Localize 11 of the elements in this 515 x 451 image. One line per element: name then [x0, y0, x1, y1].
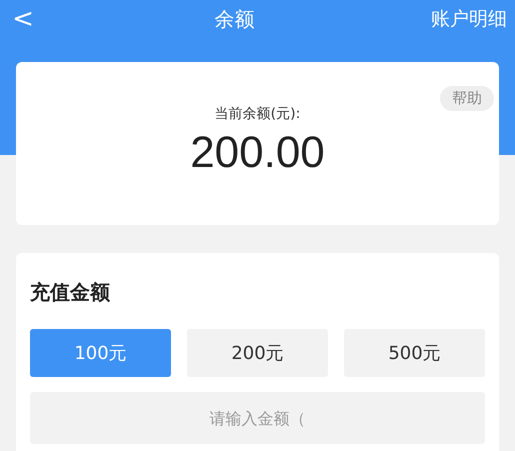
- page-title: 余额: [214, 7, 254, 31]
- amount-option[interactable]: 500元: [344, 329, 485, 377]
- balance-label: 当前余额(元):: [214, 105, 300, 124]
- balance-amount: 200.00: [190, 127, 325, 179]
- amount-option[interactable]: 200元: [187, 329, 328, 377]
- account-details-link[interactable]: 账户明细: [431, 4, 507, 34]
- help-button[interactable]: 帮助: [440, 86, 494, 110]
- amount-option[interactable]: 100元: [30, 329, 171, 377]
- back-button[interactable]: <: [8, 6, 38, 32]
- recharge-title: 充值金额: [30, 279, 111, 306]
- amount-input-field[interactable]: 请输入金额（: [30, 392, 485, 444]
